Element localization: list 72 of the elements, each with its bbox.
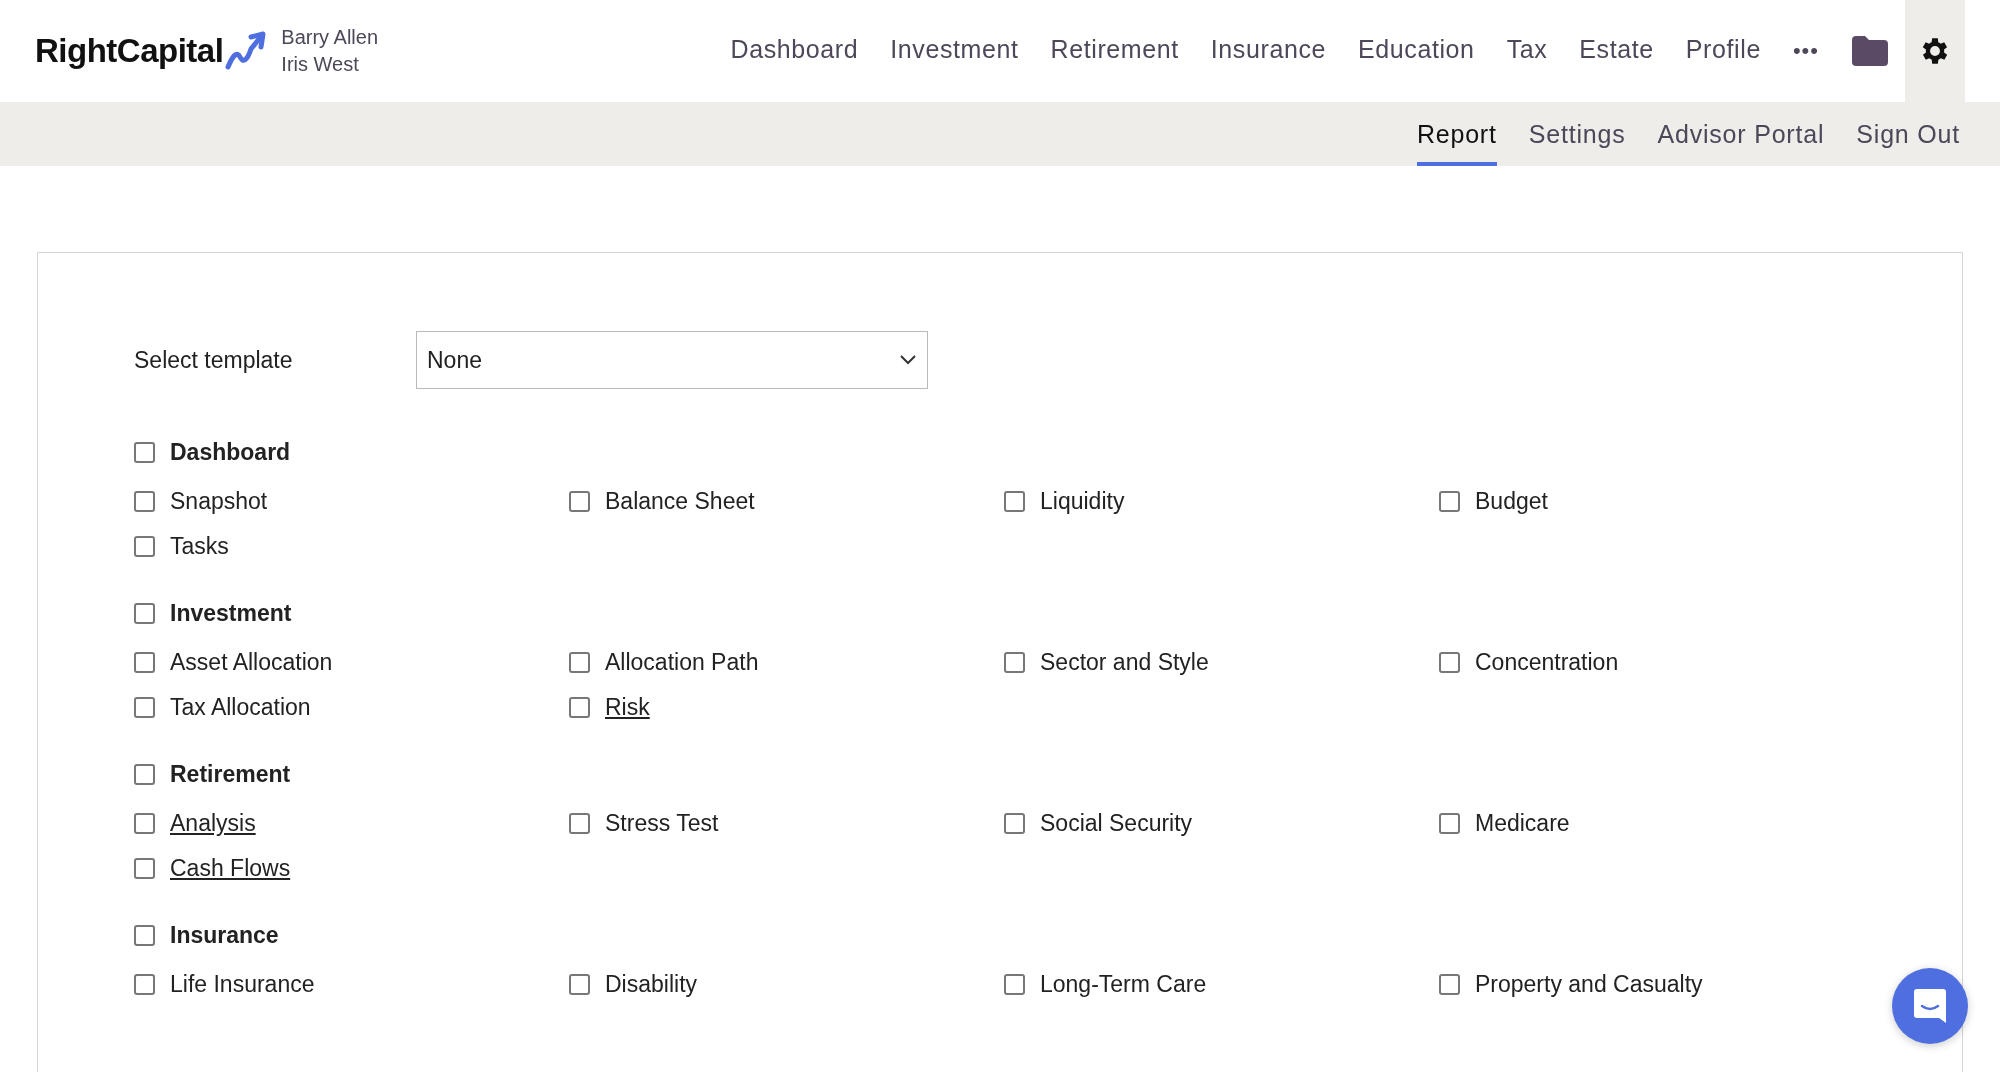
- checkbox[interactable]: [134, 697, 155, 718]
- template-label: Select template: [134, 346, 294, 374]
- checkbox[interactable]: [134, 974, 155, 995]
- report-label: Disability: [605, 971, 698, 998]
- section-title: Insurance: [170, 922, 279, 949]
- report-label: Social Security: [1040, 810, 1193, 837]
- client-name: Barry Allen: [281, 26, 379, 49]
- nav-tab[interactable]: Retirement: [1050, 34, 1179, 68]
- report-label: Stress Test: [605, 810, 719, 837]
- report-label: Life Insurance: [170, 971, 315, 998]
- chevron-down-icon: [899, 354, 917, 366]
- logo-arrow-icon: [225, 31, 268, 71]
- nav-tab[interactable]: Education: [1358, 34, 1475, 68]
- report-link[interactable]: Analysis: [170, 810, 256, 837]
- checkbox[interactable]: [1439, 652, 1460, 673]
- nav-tab[interactable]: Estate: [1579, 34, 1654, 68]
- checkbox[interactable]: [1004, 652, 1025, 673]
- chat-button[interactable]: [1892, 968, 1968, 1044]
- report-label: Allocation Path: [605, 649, 759, 676]
- checkbox[interactable]: [134, 813, 155, 834]
- more-button[interactable]: •••: [1792, 38, 1819, 64]
- checkbox[interactable]: [569, 491, 590, 512]
- checkbox[interactable]: [1439, 813, 1460, 834]
- checkbox[interactable]: [134, 442, 155, 463]
- settings-button[interactable]: [1905, 0, 1965, 102]
- checkbox[interactable]: [134, 603, 155, 624]
- section-title: Dashboard: [170, 439, 291, 466]
- report-label: Sector and Style: [1040, 649, 1209, 676]
- report-label: Tax Allocation: [170, 694, 311, 721]
- nav-tab[interactable]: Investment: [890, 34, 1019, 68]
- report-label: Medicare: [1475, 810, 1570, 837]
- checkbox[interactable]: [134, 491, 155, 512]
- checkbox[interactable]: [569, 813, 590, 834]
- chat-icon: [1912, 987, 1948, 1025]
- checkbox[interactable]: [569, 697, 590, 718]
- section-title: Retirement: [170, 761, 291, 788]
- checkbox[interactable]: [134, 652, 155, 673]
- nav-tab[interactable]: Profile: [1685, 34, 1761, 68]
- nav-tab[interactable]: Insurance: [1210, 34, 1326, 68]
- checkbox[interactable]: [569, 974, 590, 995]
- checkbox[interactable]: [134, 536, 155, 557]
- nav-tab[interactable]: Dashboard: [730, 34, 859, 68]
- report-label: Liquidity: [1040, 488, 1125, 515]
- report-link[interactable]: Risk: [605, 694, 650, 721]
- report-label: Concentration: [1475, 649, 1619, 676]
- checkbox[interactable]: [1439, 491, 1460, 512]
- sub-nav-tab[interactable]: Settings: [1528, 102, 1626, 166]
- folder-icon: [1852, 36, 1888, 66]
- sub-nav-tab[interactable]: Sign Out: [1856, 102, 1960, 166]
- checkbox[interactable]: [1004, 491, 1025, 512]
- report-label: Property and Casualty: [1475, 971, 1703, 998]
- sub-nav-tab[interactable]: Report: [1416, 102, 1497, 166]
- section-title: Investment: [170, 600, 292, 627]
- report-label: Asset Allocation: [170, 649, 333, 676]
- checkbox[interactable]: [1439, 974, 1460, 995]
- checkbox[interactable]: [134, 764, 155, 785]
- sub-nav-tab[interactable]: Advisor Portal: [1657, 102, 1825, 166]
- report-link[interactable]: Cash Flows: [170, 855, 291, 882]
- report-label: Tasks: [170, 533, 229, 560]
- report-label: Snapshot: [170, 488, 268, 515]
- checkbox[interactable]: [1004, 813, 1025, 834]
- checkbox[interactable]: [134, 925, 155, 946]
- report-label: Balance Sheet: [605, 488, 755, 515]
- report-label: Long-Term Care: [1040, 971, 1207, 998]
- checkbox[interactable]: [134, 858, 155, 879]
- template-select[interactable]: None: [416, 331, 928, 389]
- client-name: Iris West: [281, 53, 360, 76]
- checkbox[interactable]: [1004, 974, 1025, 995]
- nav-tab[interactable]: Tax: [1506, 34, 1548, 68]
- report-label: Budget: [1475, 488, 1548, 515]
- logo-text: RightCapital: [35, 32, 224, 70]
- checkbox[interactable]: [569, 652, 590, 673]
